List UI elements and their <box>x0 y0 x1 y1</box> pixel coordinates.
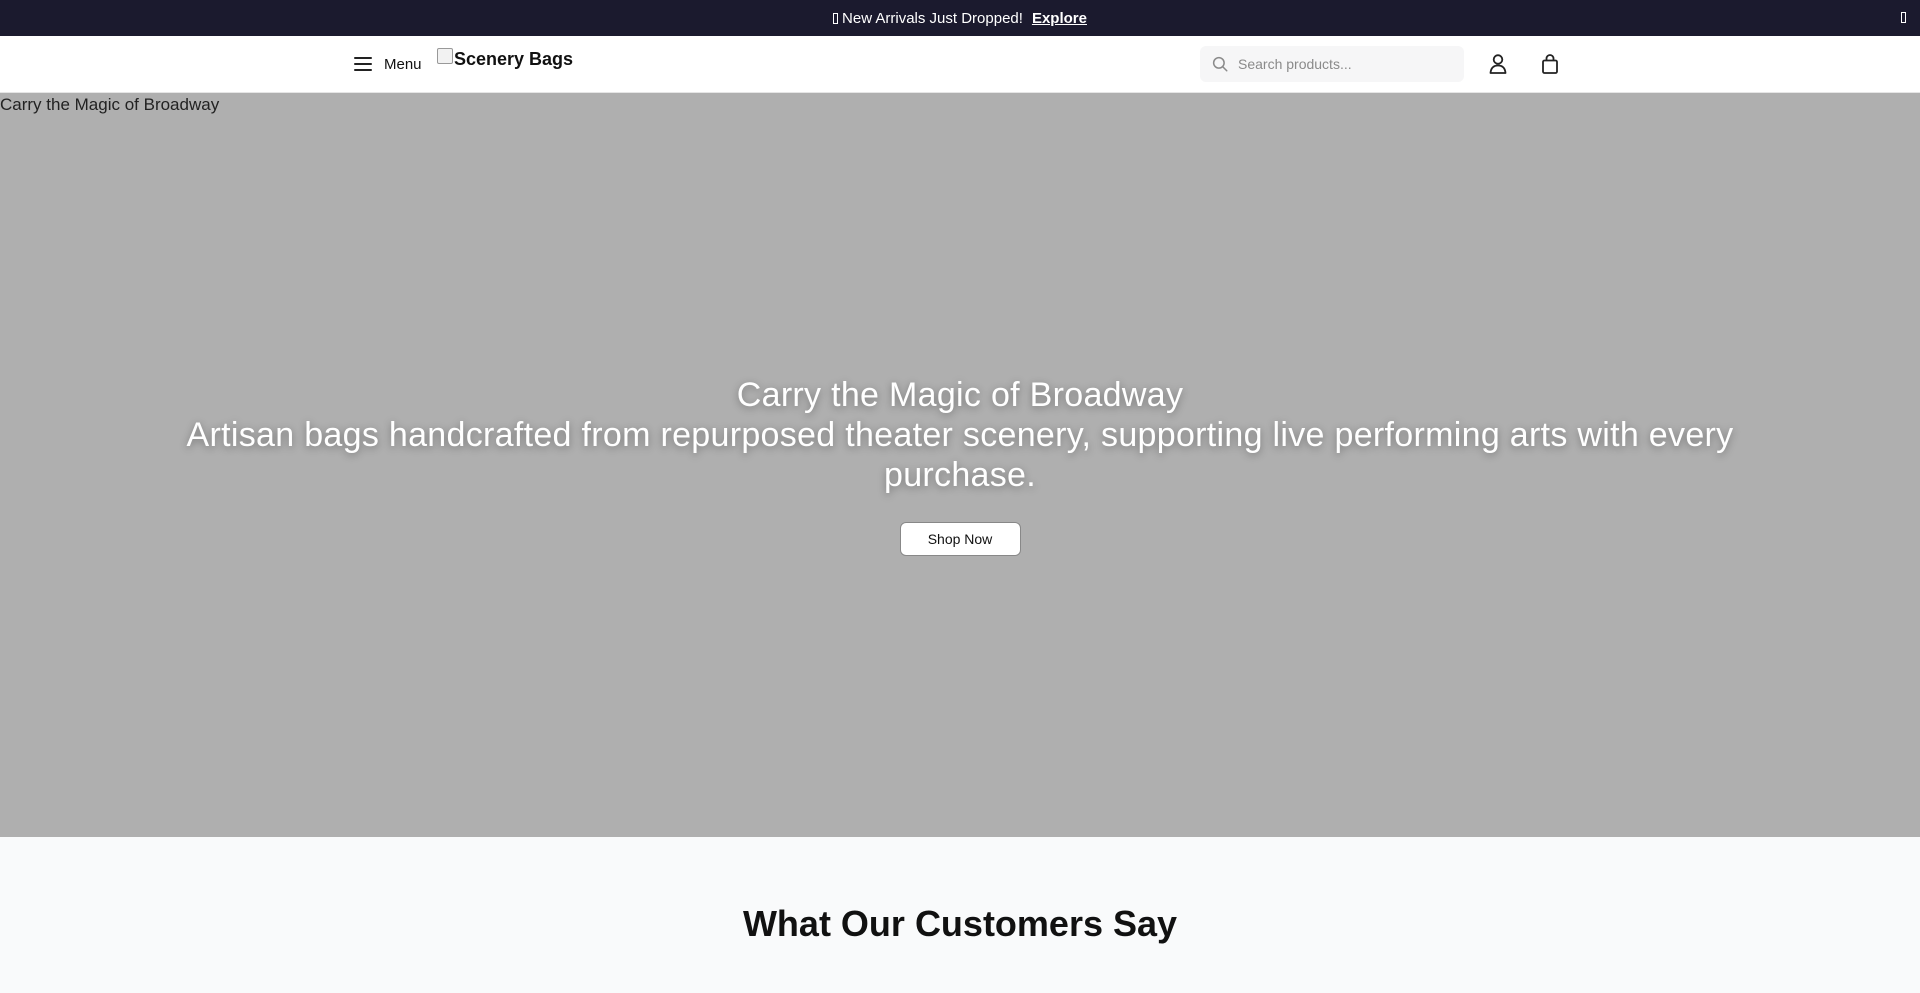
hero-banner: Carry the Magic of Broadway Carry the Ma… <box>0 93 1920 837</box>
testimonials-heading: What Our Customers Say <box>742 903 1178 944</box>
search-input[interactable] <box>1238 56 1448 72</box>
hero-image-broken: Carry the Magic of Broadway <box>0 95 219 115</box>
logo-text: Scenery Bags <box>454 49 574 69</box>
hamburger-icon <box>354 57 372 71</box>
shopping-bag-icon[interactable] <box>1540 53 1560 75</box>
broken-image-icon <box>437 47 453 64</box>
shop-now-button[interactable]: Shop Now <box>899 522 1021 556</box>
menu-button[interactable]: Menu <box>354 52 422 76</box>
announcement-bar: New Arrivals Just Dropped! Explore <box>0 0 1920 36</box>
hero-title: Carry the Magic of Broadway <box>736 376 1184 414</box>
site-header: Menu Scenery Bags <box>0 36 1920 93</box>
sparkle-icon <box>833 12 839 24</box>
hero-subtitle: Artisan bags handcrafted from repurposed… <box>186 416 1734 494</box>
search-box[interactable] <box>1200 46 1464 82</box>
testimonials-section: What Our Customers Say <box>0 837 1920 993</box>
search-icon <box>1212 56 1228 72</box>
account-icon[interactable] <box>1488 53 1508 75</box>
close-icon[interactable] <box>1901 12 1906 23</box>
explore-link[interactable]: Explore <box>1032 10 1087 27</box>
announcement-text: New Arrivals Just Dropped! <box>842 9 1023 27</box>
menu-label: Menu <box>384 55 422 73</box>
hero-image-alt: Carry the Magic of Broadway <box>0 95 220 114</box>
site-logo[interactable]: Scenery Bags <box>437 47 574 70</box>
hero-content: Carry the Magic of Broadway Artisan bags… <box>160 375 1760 556</box>
